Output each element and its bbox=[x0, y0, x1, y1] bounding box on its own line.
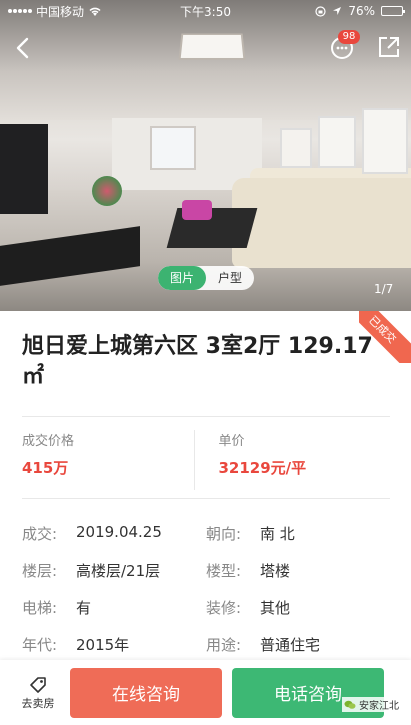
detail-value: 普通住宅 bbox=[260, 636, 321, 654]
wechat-icon bbox=[344, 700, 356, 709]
sell-house-button[interactable]: 去卖房 bbox=[10, 668, 66, 718]
detail-value: 塔楼 bbox=[260, 562, 291, 580]
watermark-label: 安家江北 bbox=[359, 701, 399, 712]
sold-ribbon-label: 已成交 bbox=[359, 311, 411, 363]
deal-price: 415万 bbox=[22, 459, 69, 477]
detail-key: 用途: bbox=[206, 636, 242, 654]
unit-price-label: 单价 bbox=[218, 434, 245, 449]
tab-photos[interactable]: 图片 bbox=[158, 266, 206, 290]
bottom-action-bar: 去卖房 在线咨询 电话咨询 bbox=[0, 660, 411, 725]
signal-icon bbox=[8, 9, 32, 13]
detail-key: 朝向: bbox=[206, 525, 242, 543]
unit-price: 32129元/平 bbox=[218, 459, 307, 477]
tag-icon bbox=[30, 676, 46, 693]
tab-floorplan[interactable]: 户型 bbox=[206, 266, 254, 290]
photo-plant bbox=[92, 176, 122, 206]
detail-key: 楼型: bbox=[206, 562, 242, 580]
wifi-icon bbox=[89, 7, 101, 16]
detail-key: 年代: bbox=[22, 636, 58, 654]
detail-value: 高楼层/21层 bbox=[76, 562, 161, 580]
share-icon[interactable] bbox=[376, 34, 402, 60]
watermark: 安家江北 bbox=[342, 697, 401, 712]
detail-row: 年代: 2015年 用途: 普通住宅 bbox=[22, 626, 390, 663]
photo-coffee-table bbox=[166, 208, 258, 248]
detail-value: 2015年 bbox=[76, 636, 130, 654]
sell-house-label: 去卖房 bbox=[21, 696, 55, 710]
photo-wall-art bbox=[362, 108, 408, 174]
deal-price-block: 成交价格 415万 bbox=[22, 430, 195, 490]
battery-percent: 76% bbox=[348, 4, 376, 18]
rotation-lock-icon bbox=[315, 5, 326, 17]
detail-list: 成交: 2019.04.25 朝向: 南 北 楼层: 高楼层/21层 楼型: 塔楼 电梯… bbox=[22, 515, 390, 663]
detail-key: 电梯: bbox=[22, 599, 58, 617]
photo-window bbox=[150, 126, 196, 170]
unit-price-block: 单价 32129元/平 bbox=[195, 430, 391, 490]
detail-key: 成交: bbox=[22, 525, 58, 543]
detail-key: 楼层: bbox=[22, 562, 58, 580]
carrier-label: 中国移动 bbox=[36, 4, 85, 19]
detail-value: 有 bbox=[76, 599, 92, 617]
price-stats: 成交价格 415万 单价 32129元/平 bbox=[22, 430, 390, 490]
online-consult-button[interactable]: 在线咨询 bbox=[70, 667, 222, 718]
deal-price-label: 成交价格 bbox=[22, 434, 75, 449]
photo-wall-art bbox=[318, 116, 356, 168]
detail-row: 楼层: 高楼层/21层 楼型: 塔楼 bbox=[22, 552, 390, 589]
photo-counter: 1/7 bbox=[374, 282, 394, 296]
photo-tv bbox=[0, 124, 48, 214]
photo-sofa bbox=[232, 178, 411, 268]
detail-row: 电梯: 有 装修: 其他 bbox=[22, 589, 390, 626]
detail-key: 装修: bbox=[206, 599, 242, 617]
battery-icon bbox=[381, 6, 406, 16]
detail-value: 其他 bbox=[260, 599, 291, 617]
divider bbox=[22, 498, 390, 499]
photo-wall-art bbox=[280, 128, 312, 168]
location-icon bbox=[333, 7, 342, 15]
status-bar: 中国移动 下午3:50 76% bbox=[0, 0, 411, 22]
listing-title: 旭日爱上城第六区 3室2厅 129.17㎡ bbox=[22, 334, 373, 389]
divider bbox=[22, 416, 390, 417]
back-icon[interactable] bbox=[10, 34, 38, 62]
detail-value: 2019.04.25 bbox=[76, 523, 162, 541]
message-badge: 98 bbox=[338, 30, 360, 44]
top-nav: 98 bbox=[0, 30, 411, 66]
photo-tabs: 图片 户型 bbox=[158, 266, 254, 290]
detail-value: 南 北 bbox=[260, 525, 295, 543]
photo-toy bbox=[182, 200, 212, 220]
detail-row: 成交: 2019.04.25 朝向: 南 北 bbox=[22, 515, 390, 552]
clock: 下午3:50 bbox=[180, 4, 231, 19]
sold-ribbon: 已成交 bbox=[359, 311, 411, 363]
